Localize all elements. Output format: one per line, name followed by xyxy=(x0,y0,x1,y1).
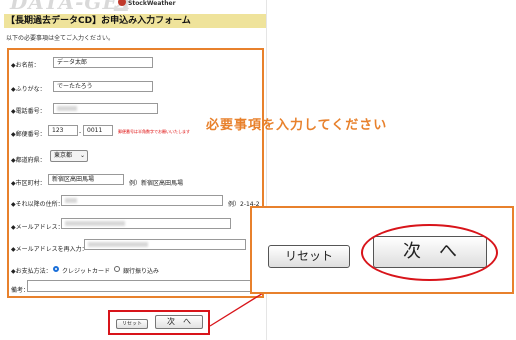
reset-button-large[interactable]: リセット xyxy=(268,245,350,268)
next-button-highlight-ellipse xyxy=(361,224,498,281)
instruction-text: 必要事項を入力してください xyxy=(206,118,388,133)
